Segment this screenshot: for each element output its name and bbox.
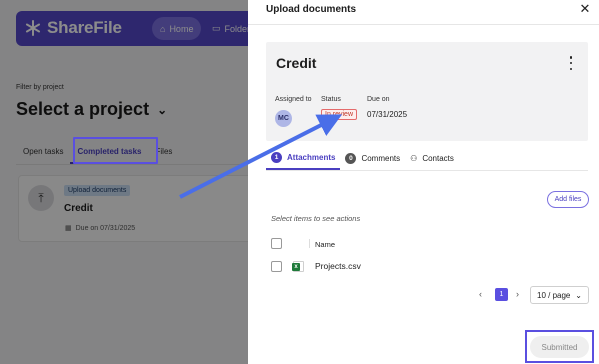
due-date-value: 07/31/2025	[367, 110, 408, 119]
drawer-header-divider	[248, 24, 599, 25]
comments-count: 0	[345, 152, 357, 164]
column-separator	[309, 239, 310, 248]
chevron-left-icon[interactable]: ‹	[479, 289, 482, 299]
close-icon[interactable]: ✕	[578, 2, 592, 16]
attachments-count: 1	[271, 151, 282, 163]
select-all-checkbox[interactable]	[271, 238, 282, 249]
tab-comments-label: Comments	[361, 153, 401, 163]
more-options-icon[interactable]	[565, 56, 577, 70]
task-title: Credit	[276, 55, 317, 71]
page-1-button[interactable]: 1	[495, 288, 508, 301]
page-size-select[interactable]: 10 / page ⌄	[530, 286, 589, 304]
avatar: MC	[275, 110, 292, 127]
due-on-label: Due on	[367, 96, 390, 103]
tab-contacts[interactable]: ⚇ Contacts	[405, 146, 459, 170]
status-badge: In review	[321, 109, 358, 120]
tab-attachments-label: Attachments	[287, 152, 336, 162]
drawer-tabs-divider	[266, 170, 588, 171]
select-items-hint: Select items to see actions	[271, 214, 361, 223]
name-column-header[interactable]: Name	[315, 240, 335, 249]
excel-file-icon	[292, 261, 304, 272]
tab-comments[interactable]: 0 Comments	[340, 146, 405, 170]
tab-attachments[interactable]: 1 Attachments	[266, 146, 341, 170]
page-size-value: 10 / page	[537, 290, 571, 300]
row-checkbox[interactable]	[271, 261, 282, 272]
drawer-title: Upload documents	[266, 4, 357, 15]
assigned-to-label: Assigned to	[275, 96, 312, 103]
task-summary-panel: Credit Assigned to Status Due on MC In r…	[266, 42, 588, 141]
chevron-right-icon[interactable]: ›	[516, 289, 519, 299]
upload-documents-drawer: Upload documents ✕ Credit Assigned to St…	[248, 0, 599, 364]
file-name[interactable]: Projects.csv	[315, 261, 361, 271]
add-files-button[interactable]: Add files	[547, 191, 589, 208]
completed-tasks-highlight	[73, 137, 158, 164]
contacts-icon: ⚇	[410, 153, 418, 163]
status-label: Status	[321, 96, 341, 103]
drawer-tabs: 1 Attachments 0 Comments ⚇ Contacts	[266, 146, 459, 170]
submitted-highlight	[525, 330, 594, 363]
tab-contacts-label: Contacts	[422, 153, 454, 163]
chevron-down-icon: ⌄	[575, 290, 582, 300]
